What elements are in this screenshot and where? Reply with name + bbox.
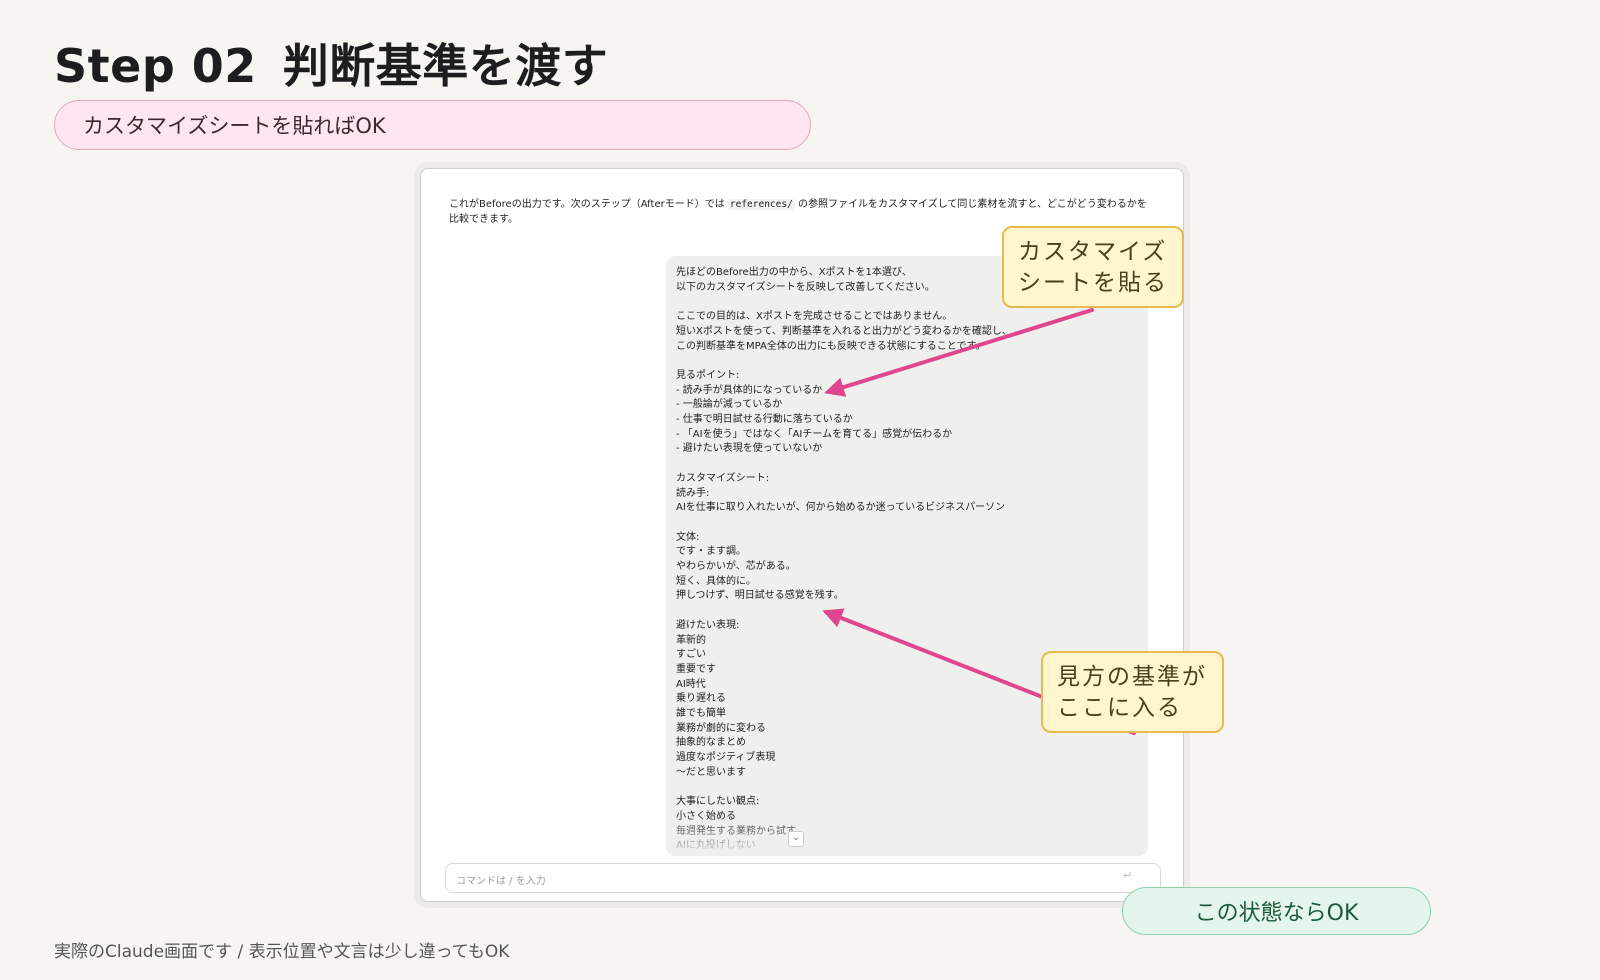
step-title: 判断基準を渡す — [282, 39, 609, 93]
message-line: 避けたい表現: — [676, 619, 740, 631]
message-line: この判断基準をMPA全体の出力にも反映できる状態にすることです。 — [676, 340, 986, 352]
subtitle-pill: カスタマイズシートを貼ればOK — [54, 100, 811, 150]
message-line: - 読み手が具体的になっているか — [676, 384, 823, 396]
assistant-intro-text: これがBeforeの出力です。次のステップ（Afterモード）では refere… — [449, 197, 1149, 227]
message-line: やわらかいが、芯がある。 — [676, 561, 796, 572]
enter-icon[interactable]: ↵ — [1123, 869, 1132, 882]
message-line: 〜だと思います — [676, 766, 746, 778]
message-line: 押しつけず、明日試せる感覚を残す。 — [676, 590, 844, 602]
message-line: 短く、具体的に。 — [676, 575, 756, 587]
message-line: - 避けたい表現を使っていないか — [676, 443, 823, 455]
step-number: Step 02 — [54, 39, 257, 93]
message-line: - 仕事で明日試せる行動に落ちているか — [676, 414, 853, 425]
intro-code: references/ — [727, 199, 795, 210]
message-line: 過度なポジティブ表現 — [676, 752, 776, 764]
ok-state-text: この状態ならOK — [1194, 901, 1359, 926]
message-line: 文体: — [676, 531, 700, 543]
message-line: 抽象的なまとめ — [676, 737, 746, 749]
message-line — [676, 457, 1138, 472]
command-placeholder: コマンドは / を入力 — [456, 876, 546, 887]
message-line — [676, 354, 1138, 369]
message-line — [676, 516, 1138, 531]
message-line: - 「AIを使う」ではなく「AIチームを育てる」感覚が伝わるか — [676, 428, 953, 440]
page-title: Step 02 判断基準を渡す — [54, 30, 608, 96]
callout-paste-sheet: カスタマイズ シートを貼る — [1002, 226, 1184, 308]
callout-paste-sheet-line1: カスタマイズ — [1018, 239, 1168, 265]
footer-note: 実際のClaude画面です / 表示位置や文言は少し違ってもOK — [54, 942, 510, 962]
message-line: 読み手: — [676, 487, 710, 499]
message-line: ここでの目的は、Xポストを完成させることではありません。 — [676, 311, 953, 323]
callout-paste-sheet-line2: シートを貼る — [1018, 270, 1168, 296]
callout-criteria-line1: 見方の基準が — [1057, 664, 1207, 690]
message-line: カスタマイズシート: — [676, 472, 770, 484]
callout-criteria-line2: ここに入る — [1057, 695, 1182, 721]
message-line: - 一般論が減っているか — [676, 399, 783, 411]
message-line: 短いXポストを使って、判断基準を入れると出力がどう変わるかを確認し、 — [676, 325, 1012, 337]
message-line — [676, 781, 1138, 796]
user-message-bubble: 先ほどのBefore出力の中から、Xポストを1本選び、 以下のカスタマイズシートを… — [666, 256, 1148, 856]
callout-criteria-here: 見方の基準が ここに入る — [1041, 651, 1224, 733]
message-line: AIを仕事に取り入れたいが、何から始めるか迷っているビジネスパーソン — [676, 502, 1006, 514]
subtitle-pill-text: カスタマイズシートを貼ればOK — [83, 114, 386, 138]
chevron-down-icon[interactable]: ⌄ — [788, 831, 804, 847]
command-input[interactable]: コマンドは / を入力 — [445, 863, 1161, 893]
message-fade — [666, 816, 1148, 856]
message-line — [676, 604, 1138, 619]
ok-state-pill: この状態ならOK — [1122, 887, 1431, 935]
message-line: 見るポイント: — [676, 369, 740, 381]
intro-before: これがBeforeの出力です。次のステップ（Afterモード）では — [449, 199, 728, 210]
message-line: 革新的 — [676, 634, 706, 646]
message-line: です・ます調。 — [676, 546, 746, 558]
message-line: 大事にしたい観点: — [676, 796, 760, 808]
